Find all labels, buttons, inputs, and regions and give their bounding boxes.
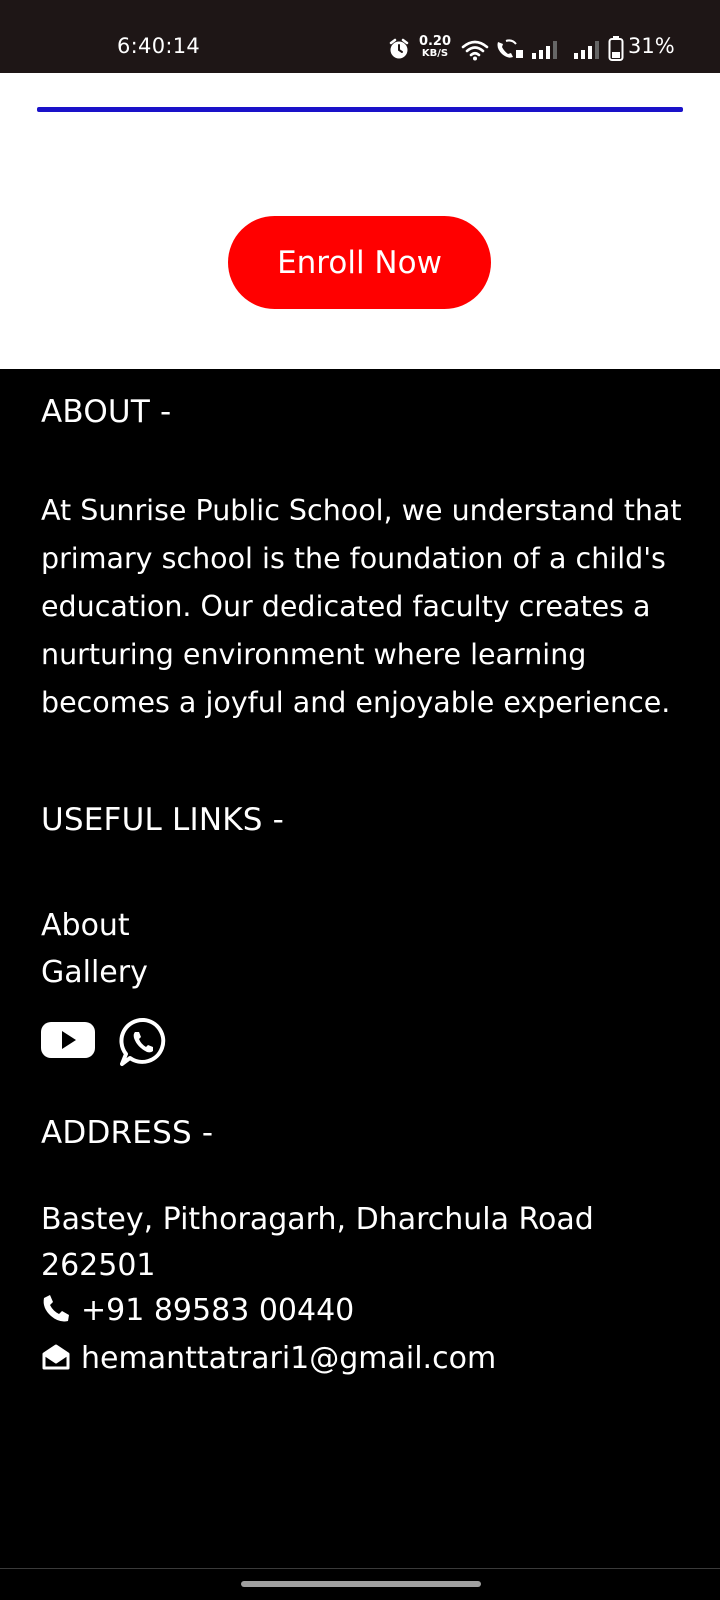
phone-icon (41, 1294, 71, 1328)
battery-percentage: 31% (628, 34, 675, 58)
home-indicator[interactable] (241, 1581, 481, 1587)
address-line-1: Bastey, Pithoragarh, Dharchula Road (41, 1202, 594, 1237)
network-speed: 0.20 KB/S (418, 34, 452, 60)
signal-strength-icon (530, 40, 560, 64)
email-address[interactable]: hemanttatrari1@gmail.com (81, 1341, 496, 1376)
youtube-icon[interactable] (41, 1020, 95, 1064)
progress-line (37, 107, 683, 112)
battery-icon (608, 36, 624, 66)
hero-section: Enroll Now (0, 73, 720, 369)
link-about[interactable]: About (41, 908, 130, 943)
about-text: At Sunrise Public School, we understand … (41, 494, 682, 719)
wifi-icon (460, 38, 490, 66)
link-gallery[interactable]: Gallery (41, 955, 148, 990)
network-speed-unit: KB/S (421, 48, 449, 59)
footer: ABOUT - At Sunrise Public School, we und… (0, 369, 720, 1570)
envelope-icon (41, 1343, 71, 1375)
whatsapp-icon[interactable] (119, 1017, 169, 1071)
enroll-now-button[interactable]: Enroll Now (228, 216, 491, 309)
navigation-bar (0, 1568, 720, 1600)
status-bar: 6:40:14 0.20 KB/S 31% (0, 0, 720, 73)
signal-strength-icon-2 (572, 40, 602, 64)
phone-row[interactable]: +91 89583 00440 (41, 1293, 354, 1328)
alarm-icon (388, 38, 410, 64)
wifi-calling-icon (494, 38, 526, 66)
address-postcode: 262501 (41, 1248, 156, 1283)
about-heading: ABOUT - (41, 394, 172, 430)
useful-links-heading: USEFUL LINKS - (41, 802, 285, 838)
email-row[interactable]: hemanttatrari1@gmail.com (41, 1341, 496, 1376)
phone-number[interactable]: +91 89583 00440 (81, 1293, 354, 1328)
status-time: 6:40:14 (117, 34, 201, 58)
address-heading: ADDRESS - (41, 1115, 214, 1151)
network-speed-value: 0.20 (418, 34, 452, 49)
